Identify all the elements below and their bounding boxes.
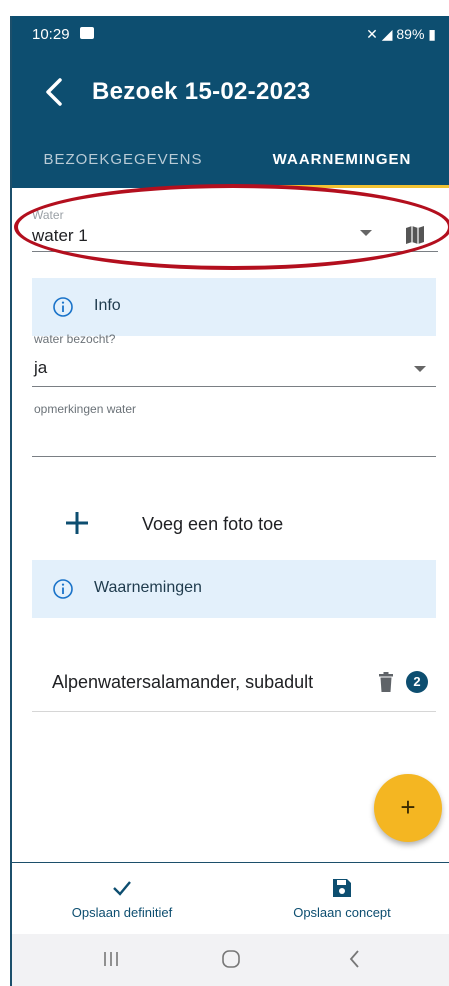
- opmerkingen-underline: [32, 456, 436, 457]
- add-observation-button[interactable]: +: [374, 774, 442, 842]
- signal-icon: ✕ ◢: [366, 26, 397, 42]
- add-photo-button[interactable]: Voeg een foto toe: [32, 496, 436, 556]
- status-battery: ✕ ◢ 89% ▮: [366, 26, 436, 43]
- arrow-left-icon[interactable]: [40, 74, 70, 110]
- chevron-down-icon[interactable]: [414, 366, 426, 372]
- check-icon: [113, 881, 131, 896]
- back-nav-icon[interactable]: [342, 948, 368, 970]
- save-final-label: Opslaan definitief: [71, 905, 173, 920]
- page-title: Bezoek 15-02-2023: [92, 78, 311, 105]
- battery-percent: 89%: [396, 26, 425, 42]
- water-label: Water: [32, 208, 64, 222]
- save-final-button[interactable]: Opslaan definitief: [32, 863, 212, 935]
- tab-bar: BEZOEKGEGEVENS WAARNEMINGEN: [12, 132, 449, 188]
- tab-bezoekgegevens[interactable]: BEZOEKGEGEVENS: [12, 132, 234, 188]
- bottom-action-bar: Opslaan definitief Opslaan concept: [12, 862, 449, 934]
- tab-waarnemingen[interactable]: WAARNEMINGEN: [234, 132, 449, 188]
- waarnemingen-label: Waarnemingen: [94, 579, 202, 596]
- save-concept-label: Opslaan concept: [293, 905, 391, 920]
- add-photo-label: Voeg een foto toe: [142, 514, 284, 534]
- count-badge: 2: [406, 671, 428, 693]
- floppy-disk-icon: [333, 879, 351, 897]
- system-nav-bar: [12, 934, 449, 986]
- water-bezocht-value[interactable]: ja: [34, 358, 47, 378]
- recent-apps-icon[interactable]: [98, 948, 124, 970]
- app-frame: 10:29 ✕ ◢ 89% ▮ Bezoek 15-02-2023 BEZOEK…: [10, 16, 449, 986]
- info-label: Info: [94, 297, 121, 314]
- opmerkingen-label: opmerkingen water: [34, 402, 137, 416]
- trash-icon[interactable]: [378, 672, 394, 692]
- list-item[interactable]: Alpenwatersalamander, subadult 2: [32, 656, 436, 712]
- plus-icon: [66, 512, 88, 534]
- info-circle-icon: [53, 297, 73, 317]
- map-icon[interactable]: [404, 224, 426, 246]
- water-value: water 1: [32, 226, 88, 245]
- home-icon[interactable]: [218, 948, 244, 970]
- waarnemingen-panel: Waarnemingen: [32, 560, 436, 618]
- status-time: 10:29: [32, 26, 70, 43]
- info-panel[interactable]: Info: [32, 278, 436, 336]
- gallery-icon: [80, 27, 94, 39]
- status-bar: 10:29 ✕ ◢ 89% ▮: [12, 16, 449, 56]
- water-bezocht-underline: [32, 386, 436, 387]
- water-underline: [32, 251, 438, 252]
- battery-icon: ▮: [424, 26, 436, 42]
- observation-name: Alpenwatersalamander, subadult: [52, 672, 314, 692]
- water-bezocht-label: water bezocht?: [34, 332, 116, 346]
- app-bar: Bezoek 15-02-2023: [12, 56, 449, 132]
- info-circle-icon: [53, 579, 73, 599]
- plus-icon: +: [400, 792, 416, 822]
- chevron-down-icon[interactable]: [360, 230, 372, 236]
- save-concept-button[interactable]: Opslaan concept: [252, 863, 432, 935]
- water-select[interactable]: Water water 1: [32, 194, 438, 252]
